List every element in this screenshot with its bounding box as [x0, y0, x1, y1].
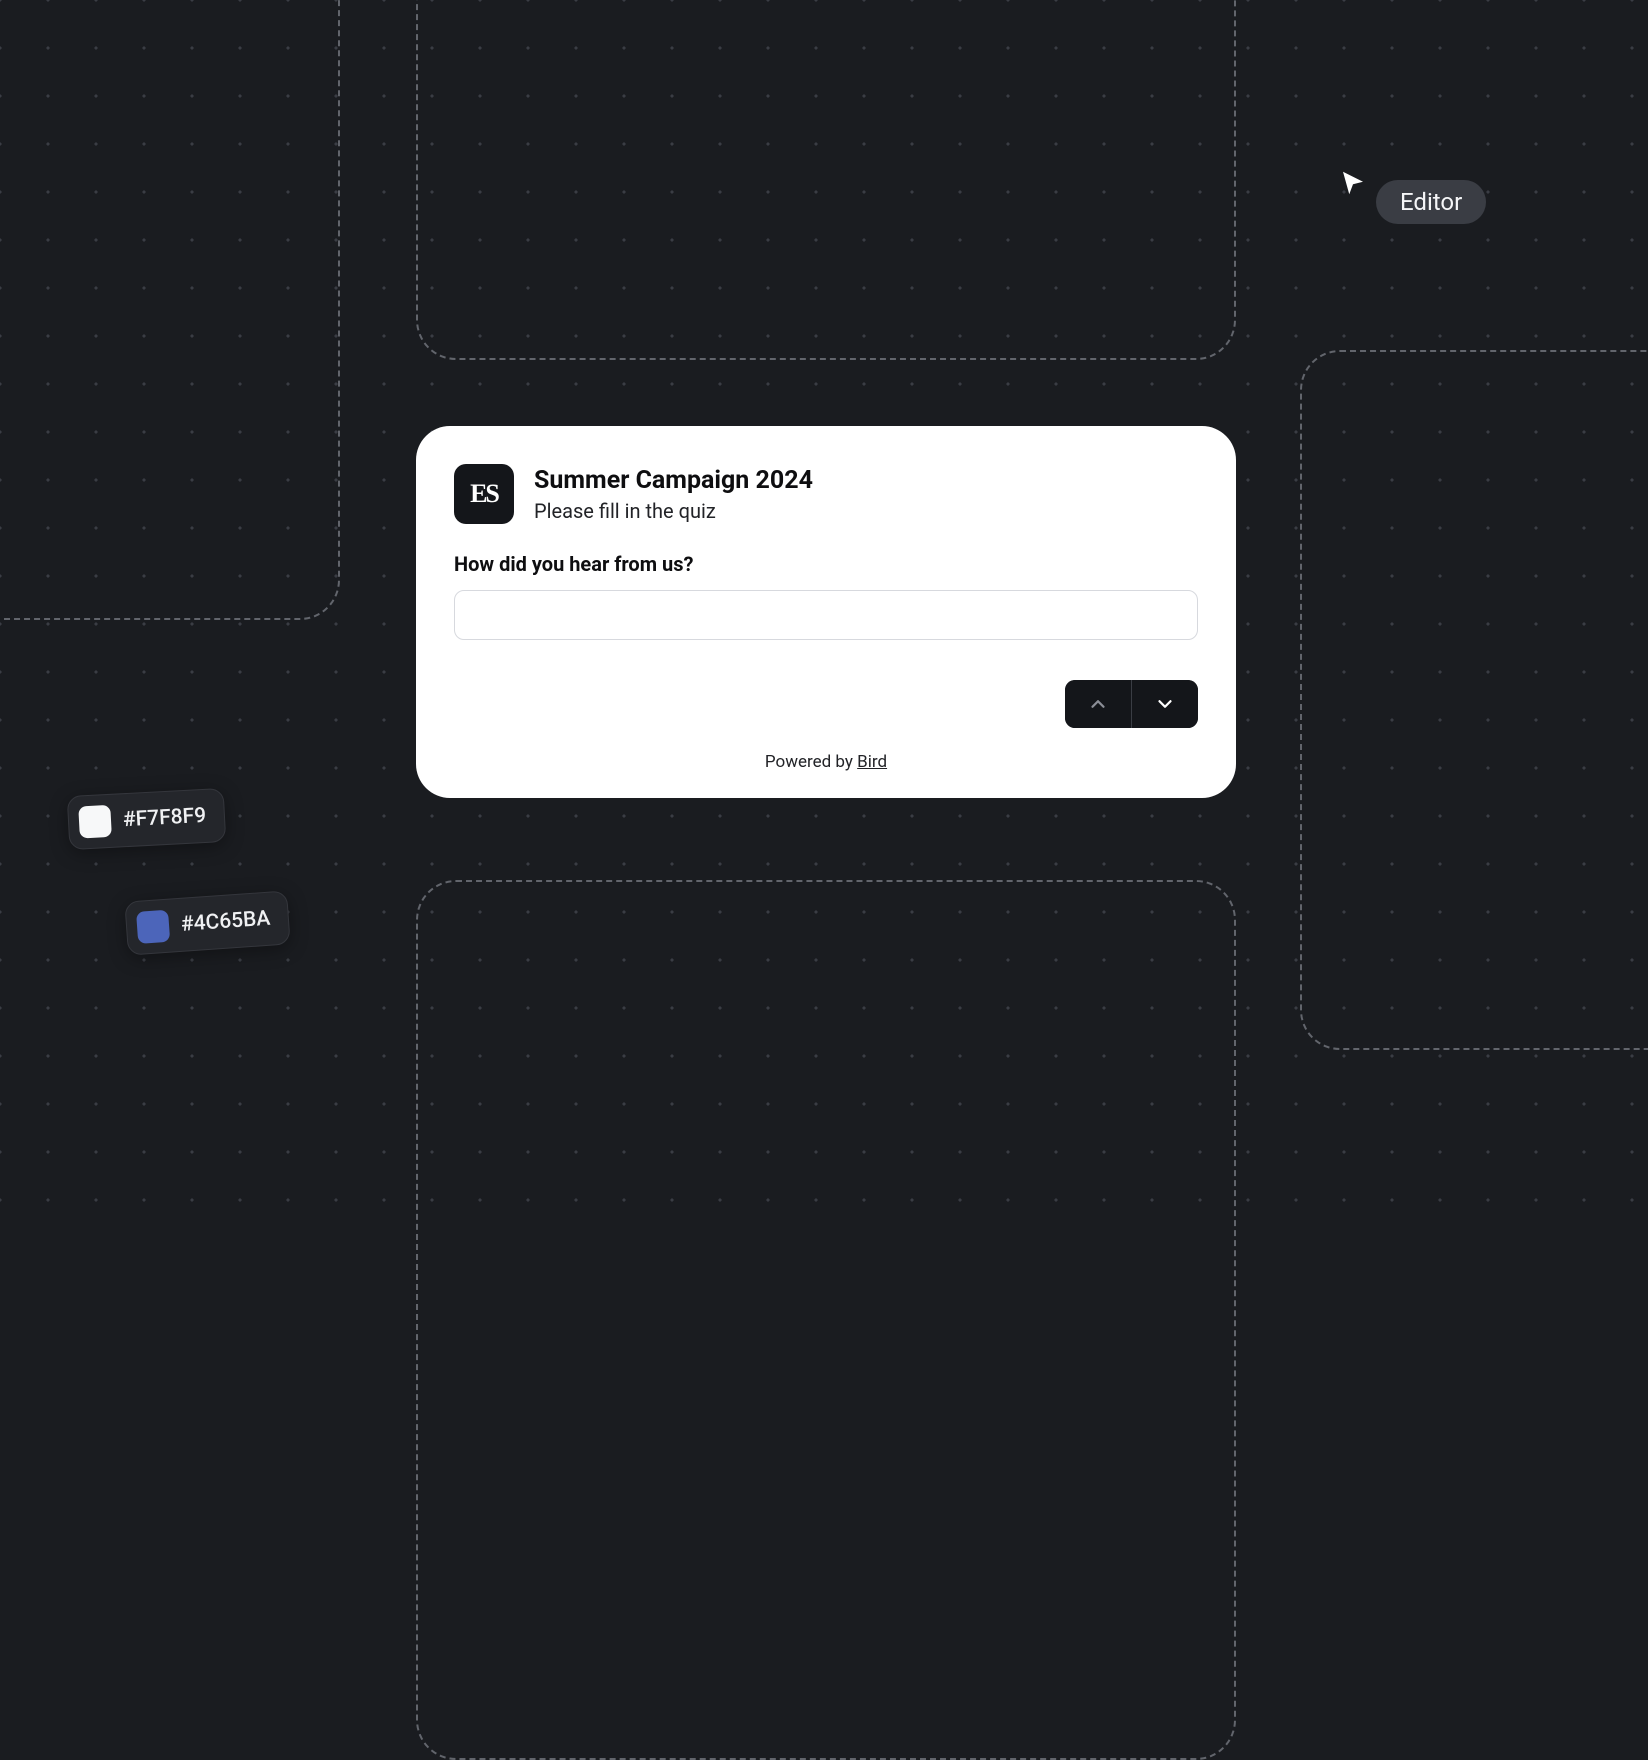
swatch-preview: [136, 910, 170, 944]
collaborator-label: Editor: [1376, 180, 1486, 224]
color-swatch[interactable]: #4C65BA: [124, 890, 291, 955]
swatch-hex: #4C65BA: [180, 907, 271, 937]
card-title: Summer Campaign 2024: [534, 465, 813, 496]
canvas-frame: [416, 880, 1236, 1760]
footer-prefix: Powered by: [765, 752, 857, 772]
brand-logo: ES: [454, 464, 514, 524]
card-footer: Powered by Bird: [454, 752, 1198, 772]
card-header: ES Summer Campaign 2024 Please fill in t…: [454, 464, 1198, 524]
prev-button[interactable]: [1065, 680, 1131, 728]
swatch-preview: [78, 805, 112, 839]
chevron-down-icon: [1154, 693, 1176, 715]
question-label: How did you hear from us?: [454, 552, 1198, 576]
color-swatch[interactable]: #F7F8F9: [67, 788, 227, 850]
cursor-icon: [1338, 168, 1368, 198]
answer-input[interactable]: [454, 590, 1198, 640]
canvas-frame: [1300, 350, 1648, 1050]
canvas-frame: [0, 0, 340, 620]
footer-brand-link[interactable]: Bird: [857, 752, 887, 772]
chevron-up-icon: [1087, 693, 1109, 715]
swatch-hex: #F7F8F9: [122, 804, 206, 832]
next-button[interactable]: [1132, 680, 1198, 728]
nav-group: [454, 680, 1198, 728]
canvas-frame: [416, 0, 1236, 360]
quiz-card: ES Summer Campaign 2024 Please fill in t…: [416, 426, 1236, 798]
card-subtitle: Please fill in the quiz: [534, 499, 813, 523]
